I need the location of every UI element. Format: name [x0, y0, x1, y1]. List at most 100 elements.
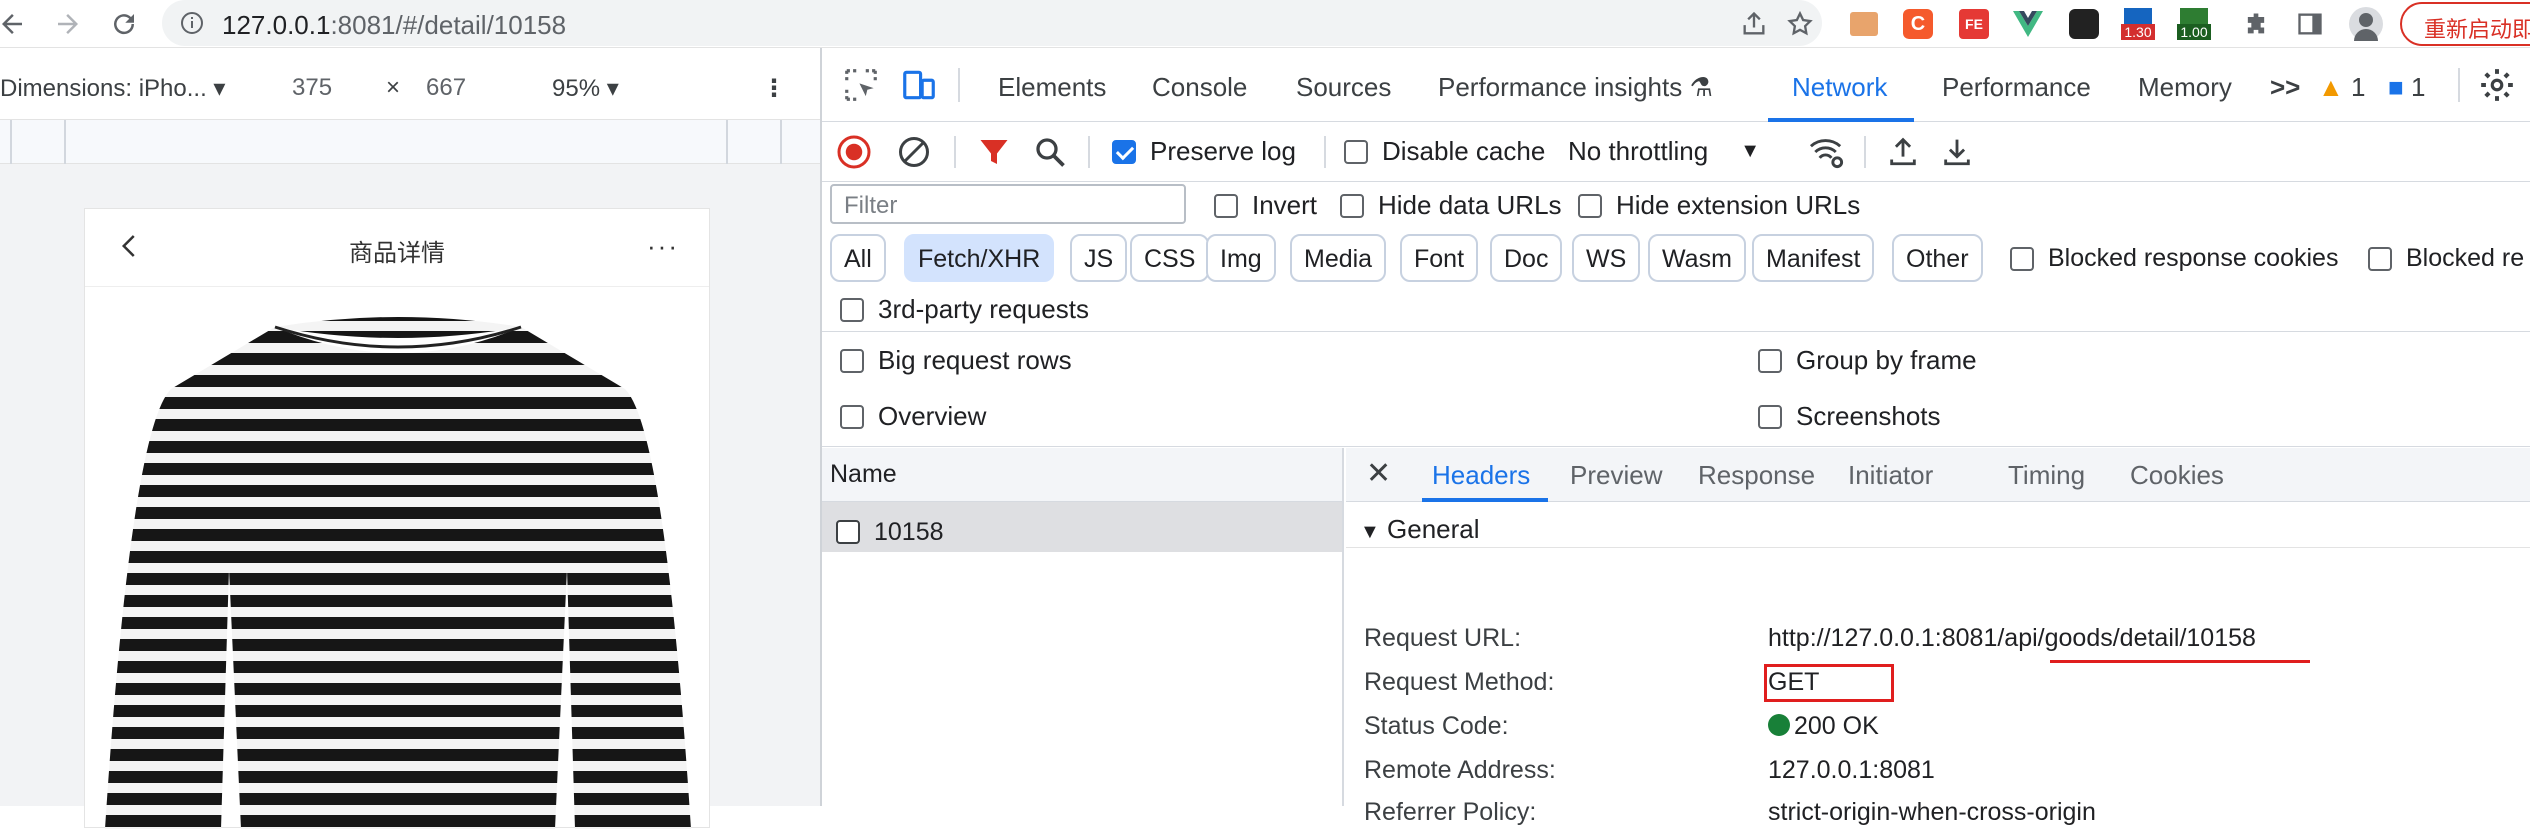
extension-badge-icon-2[interactable]: 1.00 — [2176, 6, 2212, 42]
checkbox-icon[interactable] — [1578, 193, 1602, 218]
bookmark-star-icon[interactable] — [1786, 10, 1814, 38]
tab-response[interactable]: Response — [1698, 460, 1815, 491]
tab-sources[interactable]: Sources — [1296, 72, 1391, 103]
checkbox-icon[interactable] — [1214, 193, 1238, 218]
checkbox-icon[interactable] — [2368, 246, 2392, 271]
media-query-ruler[interactable] — [0, 120, 820, 164]
search-icon[interactable] — [1032, 134, 1068, 170]
more-options-icon[interactable]: ··· — [647, 231, 679, 262]
extension-c-icon[interactable]: C — [1900, 6, 1936, 42]
type-fetch-xhr[interactable]: Fetch/XHR — [904, 234, 1055, 282]
restart-button[interactable]: 重新启动即 — [2400, 2, 2530, 46]
puzzle-extensions-icon[interactable] — [2238, 6, 2274, 42]
device-width-input[interactable]: 375 — [292, 74, 332, 102]
profile-avatar-icon[interactable] — [2348, 6, 2384, 42]
extension-fe-icon[interactable]: FE — [1956, 6, 1992, 42]
type-img[interactable]: Img — [1206, 234, 1276, 282]
network-conditions-icon[interactable] — [1808, 134, 1846, 170]
device-more-icon[interactable]: ⋮ — [762, 74, 786, 103]
third-party-checkbox[interactable]: 3rd-party requests — [840, 294, 1089, 325]
hide-extension-urls-checkbox[interactable]: Hide extension URLs — [1578, 190, 1860, 221]
checkbox-icon[interactable] — [840, 404, 864, 429]
big-request-rows-checkbox[interactable]: Big request rows — [840, 345, 1072, 376]
remote-address-value[interactable]: 127.0.0.1:8081 — [1768, 756, 1935, 784]
vue-devtools-icon[interactable] — [2010, 6, 2046, 42]
device-dimensions-select[interactable]: Dimensions: iPho... ▾ — [0, 74, 225, 103]
blocked-response-cookies-checkbox[interactable]: Blocked response cookies — [2010, 244, 2338, 273]
checkbox-icon[interactable] — [1344, 139, 1368, 164]
general-section-header[interactable]: ▼ General — [1346, 502, 2530, 548]
overview-checkbox[interactable]: Overview — [840, 401, 986, 432]
warnings-counter[interactable]: ▲ 1 — [2318, 72, 2365, 103]
checkbox-checked-icon[interactable] — [1112, 139, 1136, 164]
type-doc[interactable]: Doc — [1490, 234, 1563, 282]
disable-cache-checkbox[interactable]: Disable cache — [1344, 136, 1545, 167]
checkbox-icon[interactable] — [840, 297, 864, 322]
device-toggle-icon[interactable] — [900, 66, 938, 104]
extension-badge-icon[interactable]: 1.30 — [2120, 6, 2156, 42]
side-panel-icon[interactable] — [2292, 6, 2328, 42]
record-stop-icon[interactable] — [836, 134, 872, 170]
type-ws[interactable]: WS — [1572, 234, 1641, 282]
extension-mask-icon[interactable] — [2066, 6, 2102, 42]
reload-icon[interactable] — [104, 4, 144, 44]
tab-console[interactable]: Console — [1152, 72, 1247, 103]
type-wasm[interactable]: Wasm — [1648, 234, 1746, 282]
tab-elements[interactable]: Elements — [998, 72, 1106, 103]
status-code-value[interactable]: 200 OK — [1768, 712, 1879, 740]
filter-funnel-icon[interactable] — [976, 134, 1012, 170]
group-by-frame-checkbox[interactable]: Group by frame — [1758, 345, 1977, 376]
tab-headers[interactable]: Headers — [1432, 460, 1530, 491]
request-url-value[interactable]: http://127.0.0.1:8081/api/goods/detail/1… — [1768, 624, 2256, 652]
url-text[interactable]: 127.0.0.1:8081/#/detail/10158 — [222, 10, 566, 41]
type-font[interactable]: Font — [1400, 234, 1479, 282]
type-manifest[interactable]: Manifest — [1752, 234, 1875, 282]
inspect-element-icon[interactable] — [842, 66, 880, 104]
messages-counter[interactable]: ■ 1 — [2388, 72, 2425, 103]
tab-memory[interactable]: Memory — [2138, 72, 2232, 103]
import-har-icon[interactable] — [1886, 134, 1920, 168]
export-har-icon[interactable] — [1940, 134, 1974, 168]
tab-preview[interactable]: Preview — [1570, 460, 1662, 491]
close-details-icon[interactable]: ✕ — [1366, 456, 1391, 491]
clear-icon[interactable] — [896, 134, 932, 170]
checkbox-icon[interactable] — [1758, 404, 1782, 429]
screenshots-checkbox[interactable]: Screenshots — [1758, 401, 1941, 432]
request-list: Name 10158 — [822, 448, 1344, 806]
tab-cookies[interactable]: Cookies — [2130, 460, 2224, 491]
share-icon[interactable] — [1740, 10, 1768, 38]
request-row[interactable]: 10158 — [822, 502, 1342, 552]
checkbox-icon[interactable] — [1758, 348, 1782, 373]
tab-performance[interactable]: Performance — [1942, 72, 2091, 103]
address-bar[interactable]: 127.0.0.1:8081/#/detail/10158 — [162, 0, 1822, 46]
zoom-select[interactable]: 95% ▾ — [552, 74, 619, 103]
tab-initiator[interactable]: Initiator — [1848, 460, 1933, 491]
type-all[interactable]: All — [830, 234, 886, 282]
type-media[interactable]: Media — [1290, 234, 1387, 282]
dropdown-arrow-icon: ▼ — [1740, 140, 1760, 162]
referrer-policy-value[interactable]: strict-origin-when-cross-origin — [1768, 798, 2096, 826]
device-height-input[interactable]: 667 — [426, 74, 466, 102]
name-column-header[interactable]: Name — [822, 448, 1342, 502]
settings-gear-icon[interactable] — [2478, 66, 2516, 104]
type-other[interactable]: Other — [1892, 234, 1983, 282]
type-css[interactable]: CSS — [1130, 234, 1210, 282]
tab-performance-insights[interactable]: Performance insights ⚗ — [1438, 72, 1713, 103]
throttling-select[interactable]: No throttling ▼ — [1568, 136, 1760, 167]
tab-network[interactable]: Network — [1792, 72, 1887, 103]
hide-data-urls-checkbox[interactable]: Hide data URLs — [1340, 190, 1562, 221]
forward-arrow-icon[interactable] — [48, 4, 88, 44]
extension-folder-icon[interactable] — [1846, 6, 1882, 42]
tab-timing[interactable]: Timing — [2008, 460, 2085, 491]
invert-checkbox[interactable]: Invert — [1214, 190, 1317, 221]
info-icon[interactable] — [180, 11, 204, 35]
back-arrow-icon[interactable] — [0, 4, 32, 44]
more-tabs-icon[interactable]: >> — [2270, 72, 2300, 103]
type-js[interactable]: JS — [1070, 234, 1128, 282]
blocked-requests-checkbox[interactable]: Blocked re — [2368, 244, 2524, 273]
preserve-log-checkbox[interactable]: Preserve log — [1112, 136, 1296, 167]
filter-input[interactable]: Filter — [830, 184, 1186, 224]
checkbox-icon[interactable] — [2010, 246, 2034, 271]
checkbox-icon[interactable] — [840, 348, 864, 373]
checkbox-icon[interactable] — [1340, 193, 1364, 218]
